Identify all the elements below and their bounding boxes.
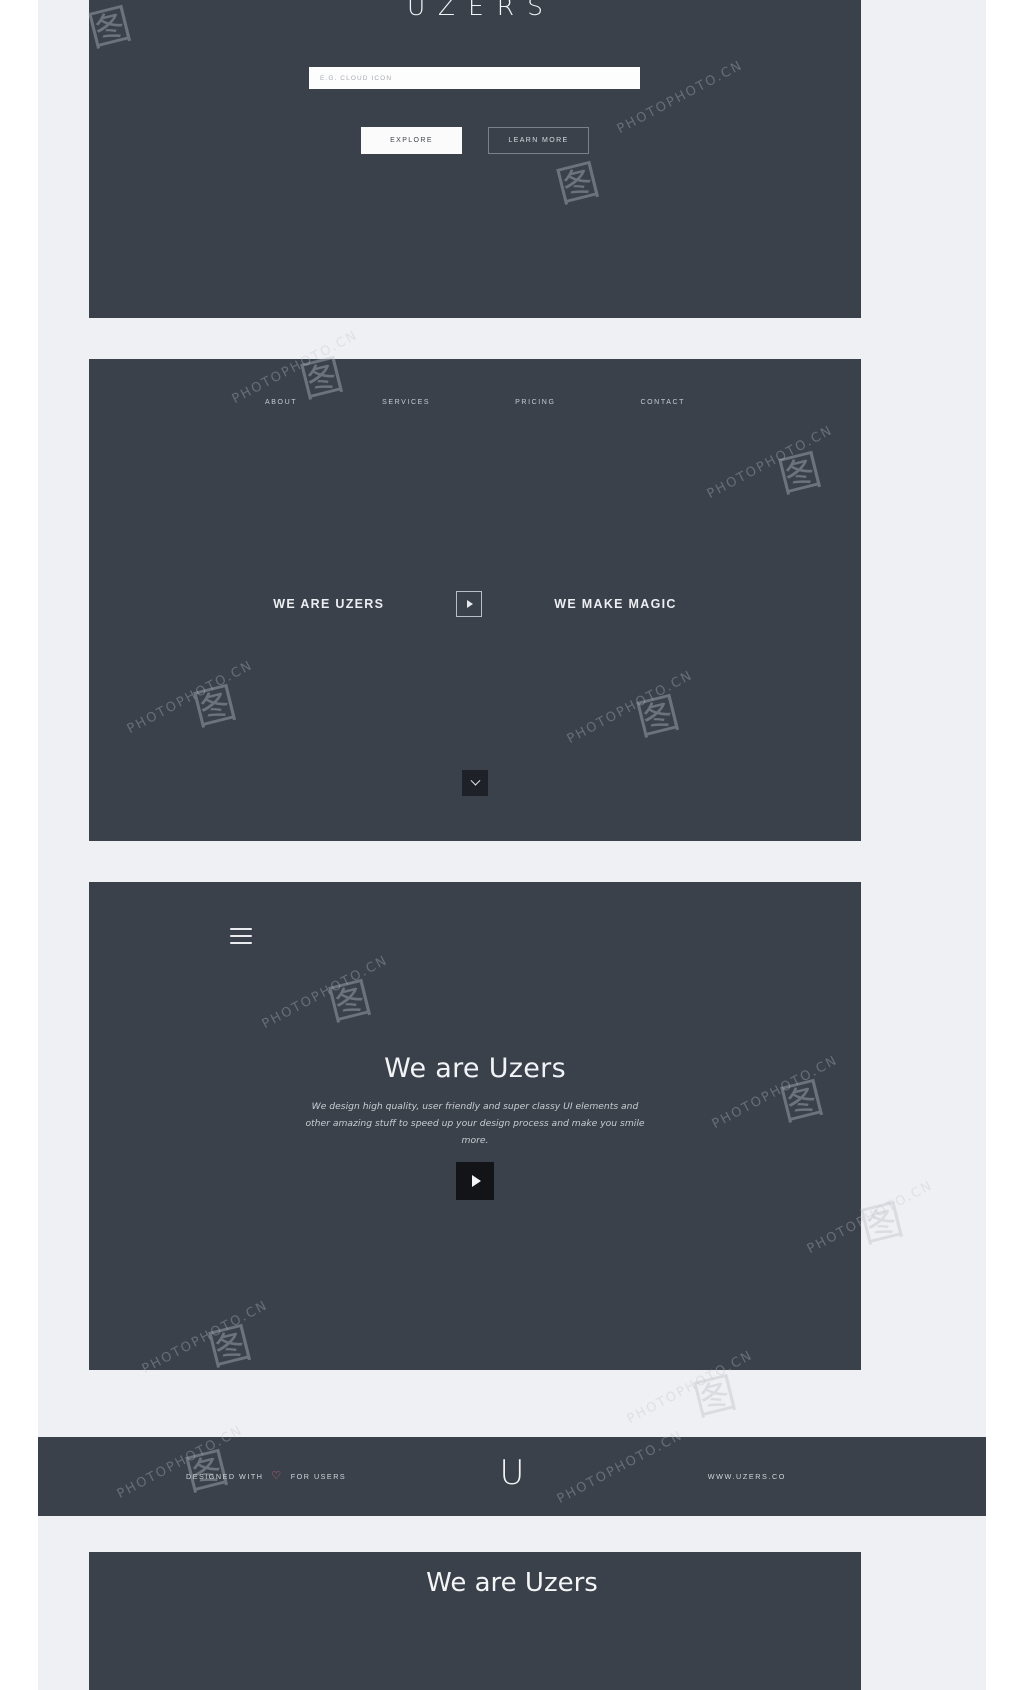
footer-website-link[interactable]: WWW.UZERS.CO bbox=[708, 1472, 786, 1481]
footer-logo-mark: U bbox=[499, 1453, 525, 1493]
play-icon[interactable] bbox=[456, 1162, 494, 1200]
page-root: UZERS EXPLORE LEARN MORE ABOUT SERVICES … bbox=[0, 0, 1024, 1690]
footer-for-users-label: FOR USERS bbox=[290, 1472, 347, 1481]
learn-more-button[interactable]: LEARN MORE bbox=[488, 127, 589, 154]
nav-hero-section: ABOUT SERVICES PRICING CONTACT WE ARE UZ… bbox=[89, 359, 861, 841]
nav-item-about[interactable]: ABOUT bbox=[265, 399, 297, 406]
search-input[interactable] bbox=[309, 67, 640, 89]
heart-icon: ♡ bbox=[271, 1470, 283, 1482]
headline-right: WE MAKE MAGIC bbox=[554, 597, 677, 611]
hamburger-bar bbox=[230, 941, 252, 945]
hero-button-row: EXPLORE LEARN MORE bbox=[89, 127, 861, 154]
nav-item-pricing[interactable]: PRICING bbox=[515, 399, 555, 406]
about-section: We are Uzers We design high quality, use… bbox=[89, 882, 861, 1370]
brand-logo: UZERS bbox=[406, 0, 557, 21]
footer-bar: DESIGNED WITH ♡ FOR USERS U WWW.UZERS.CO bbox=[38, 1437, 986, 1516]
peek-title: We are Uzers bbox=[426, 1568, 598, 1598]
nav-item-contact[interactable]: CONTACT bbox=[640, 399, 685, 406]
explore-button[interactable]: EXPLORE bbox=[361, 127, 462, 154]
play-triangle bbox=[467, 600, 474, 608]
play-triangle bbox=[472, 1175, 481, 1187]
about-paragraph: We design high quality, user friendly an… bbox=[305, 1101, 645, 1146]
footer-designed-with-label: DESIGNED WITH bbox=[186, 1472, 264, 1481]
about-title: We are Uzers bbox=[384, 1053, 566, 1084]
chevron-glyph bbox=[470, 775, 480, 786]
footer-credit: DESIGNED WITH ♡ FOR USERS bbox=[186, 1471, 346, 1482]
nav-item-services[interactable]: SERVICES bbox=[382, 399, 430, 406]
hamburger-bar bbox=[230, 934, 252, 938]
next-section-peek: We are Uzers bbox=[38, 1516, 986, 1690]
hero-section: UZERS EXPLORE LEARN MORE bbox=[89, 0, 861, 318]
hamburger-bar bbox=[230, 928, 252, 931]
split-headline-row: WE ARE UZERS WE MAKE MAGIC bbox=[89, 591, 861, 617]
chevron-down-icon[interactable] bbox=[462, 770, 488, 796]
top-navigation: ABOUT SERVICES PRICING CONTACT bbox=[265, 399, 685, 406]
headline-left: WE ARE UZERS bbox=[273, 597, 385, 611]
play-icon[interactable] bbox=[456, 591, 483, 617]
hamburger-menu-icon[interactable] bbox=[230, 928, 252, 945]
